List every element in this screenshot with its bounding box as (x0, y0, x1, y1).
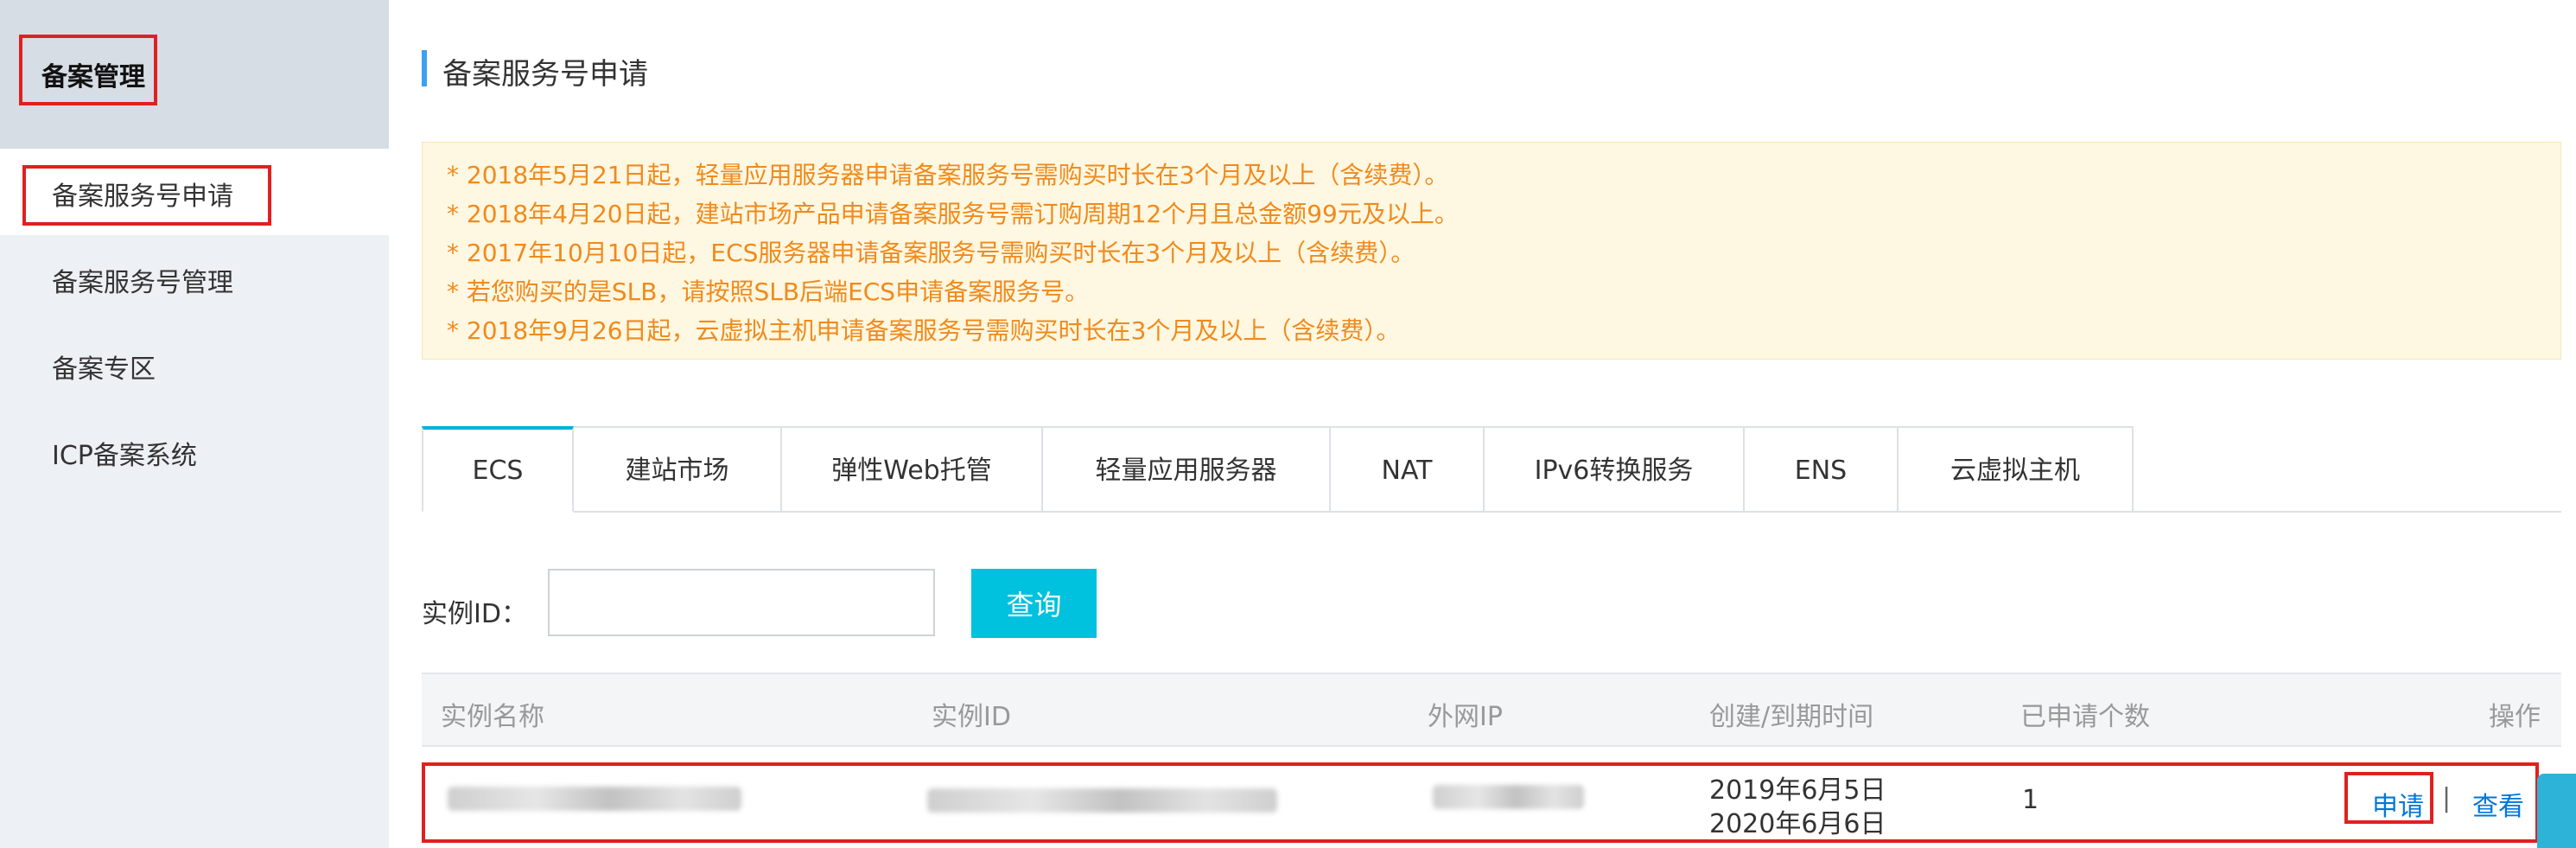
app-window: 备案管理 备案服务号申请 备案服务号管理 备案专区 ICP备案系统 备案服务号申… (0, 0, 2576, 848)
column-header-applied-count: 已申请个数 (2020, 702, 2150, 732)
public-ip-redacted (1433, 785, 1584, 809)
sidebar-item-icp-system[interactable]: ICP备案系统 (0, 408, 389, 494)
tab-ipv6[interactable]: IPv6转换服务 (1485, 426, 1745, 513)
column-header-time: 创建/到期时间 (1709, 702, 1874, 732)
table-header: 实例名称 实例ID 外网IP 创建/到期时间 已申请个数 操作 (422, 673, 2561, 747)
notice-line: * 2018年9月26日起，云虚拟主机申请备案服务号需购买时长在3个月及以上（含… (447, 316, 1401, 345)
applied-count: 1 (2022, 785, 2039, 815)
tab-ens[interactable]: ENS (1745, 426, 1899, 513)
floating-help-widget[interactable] (2537, 774, 2576, 848)
created-time: 2019年6月5日 (1709, 775, 1886, 806)
expire-time: 2020年6月6日 (1709, 809, 1886, 839)
apply-link[interactable]: 申请 (2372, 785, 2424, 823)
instance-id-input[interactable] (548, 569, 935, 636)
sidebar-item-service-manage[interactable]: 备案服务号管理 (0, 235, 389, 322)
sidebar-item-filing-zone[interactable]: 备案专区 (0, 322, 389, 408)
page-title-accent (422, 50, 427, 86)
view-link[interactable]: 查看 (2472, 785, 2524, 823)
sidebar-item-label: 备案服务号管理 (52, 268, 233, 298)
notice-line: * 2018年4月20日起，建站市场产品申请备案服务号需订购周期12个月且总金额… (447, 200, 1459, 228)
sidebar-item-label: 备案专区 (52, 354, 156, 385)
tab-web-hosting[interactable]: 弹性Web托管 (782, 426, 1043, 513)
column-header-actions: 操作 (2489, 702, 2541, 732)
tab-virtual-host[interactable]: 云虚拟主机 (1899, 426, 2134, 513)
tab-site-market[interactable]: 建站市场 (574, 426, 782, 513)
sidebar-header: 备案管理 (0, 0, 389, 149)
column-header-instance-id: 实例ID (932, 702, 1011, 732)
column-header-instance-name: 实例名称 (441, 702, 544, 732)
instance-name-redacted (448, 787, 741, 811)
notice-line: * 2017年10月10日起，ECS服务器申请备案服务号需购买时长在3个月及以上… (447, 239, 1415, 267)
search-button[interactable]: 查询 (971, 569, 1097, 638)
sidebar-title: 备案管理 (41, 62, 145, 92)
notice-line: * 2018年5月21日起，轻量应用服务器申请备案服务号需购买时长在3个月及以上… (447, 161, 1449, 189)
tab-lightweight-server[interactable]: 轻量应用服务器 (1043, 426, 1331, 513)
table-row: 2019年6月5日 2020年6月6日 1 申请 | 查看 (422, 749, 2561, 848)
page-title: 备案服务号申请 (442, 57, 648, 92)
instance-id-redacted (927, 788, 1277, 813)
notice-line: * 若您购买的是SLB，请按照SLB后端ECS申请备案服务号。 (447, 277, 1090, 306)
sidebar-item-label: 备案服务号申请 (52, 182, 233, 212)
notice-box: * 2018年5月21日起，轻量应用服务器申请备案服务号需购买时长在3个月及以上… (422, 142, 2561, 360)
tab-ecs[interactable]: ECS (422, 426, 574, 513)
sidebar-item-service-apply[interactable]: 备案服务号申请 (0, 149, 389, 235)
action-separator: | (2442, 783, 2452, 813)
search-label: 实例ID： (422, 599, 527, 629)
tab-nat[interactable]: NAT (1331, 426, 1485, 513)
column-header-public-ip: 外网IP (1428, 702, 1503, 732)
sidebar-item-label: ICP备案系统 (52, 441, 197, 471)
sidebar: 备案管理 备案服务号申请 备案服务号管理 备案专区 ICP备案系统 (0, 0, 389, 848)
